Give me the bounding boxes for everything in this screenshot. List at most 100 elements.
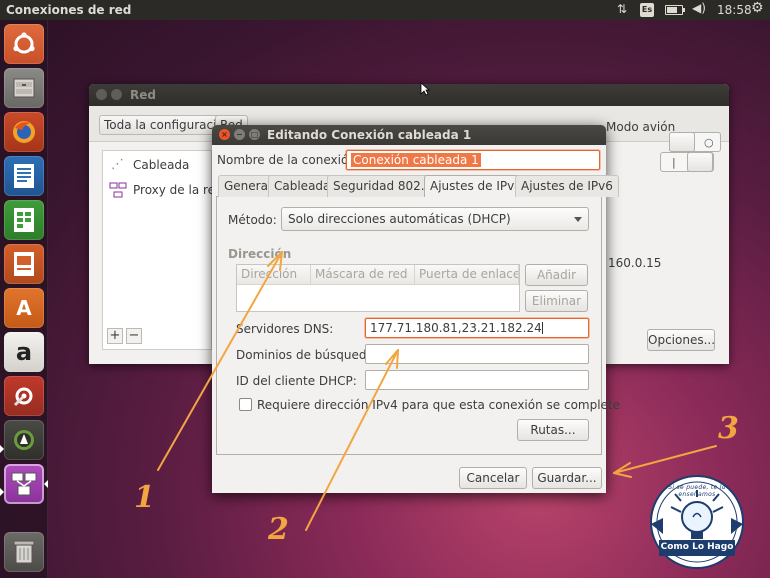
maximize-icon[interactable]: □ bbox=[249, 129, 260, 140]
search-domains-label: Dominios de búsqueda: bbox=[236, 348, 378, 362]
window-title: Conexiones de red bbox=[6, 3, 132, 17]
dns-value: 177.71.180.81,23.21.182.24 bbox=[370, 321, 542, 335]
amazon-icon[interactable]: a bbox=[4, 332, 44, 372]
close-icon[interactable] bbox=[96, 89, 107, 100]
network-updown-icon[interactable]: ⇅ bbox=[617, 2, 627, 16]
focused-indicator-right bbox=[44, 480, 48, 488]
dialog-titlebar: × − □ Editando Conexión cableada 1 bbox=[212, 125, 606, 145]
address-table[interactable]: Dirección Máscara de red Puerta de enlac… bbox=[236, 264, 520, 312]
minimize-icon[interactable]: − bbox=[234, 129, 245, 140]
wired-icon: ⋰ bbox=[111, 157, 124, 172]
list-item-label: Proxy de la red bbox=[133, 183, 223, 197]
routes-button[interactable]: Rutas... bbox=[517, 419, 589, 441]
writer-icon[interactable] bbox=[4, 156, 44, 196]
airplane-mode-label: Modo avión bbox=[606, 120, 676, 134]
impress-icon bbox=[14, 252, 34, 276]
arrow-3 bbox=[613, 445, 717, 474]
software-center-glyph: A bbox=[16, 296, 32, 320]
ubuntu-logo-icon[interactable] bbox=[4, 24, 44, 64]
tab-ipv4-settings[interactable]: Ajustes de IPv4 bbox=[424, 175, 528, 198]
calc-icon[interactable] bbox=[4, 200, 44, 240]
column-header-gateway[interactable]: Puerta de enlace bbox=[415, 265, 519, 285]
firefox-icon[interactable] bbox=[4, 112, 44, 152]
settings-icon bbox=[13, 387, 33, 407]
keyboard-layout-icon[interactable]: Es bbox=[640, 3, 654, 17]
ubuntu-logo-icon bbox=[13, 32, 35, 54]
badge-banner: Como Lo Hago bbox=[660, 542, 734, 552]
toggle-on-icon: | bbox=[672, 156, 676, 169]
ip-address-fragment: 160.0.15 bbox=[608, 256, 662, 270]
gear-icon[interactable]: ⚙ bbox=[751, 0, 764, 16]
toggle-knob bbox=[669, 132, 695, 152]
wired-toggle[interactable]: | bbox=[660, 152, 714, 172]
dhcp-client-id-input[interactable] bbox=[365, 370, 589, 390]
trash-icon bbox=[13, 540, 35, 564]
list-item-wired[interactable]: ⋰ Cableada bbox=[103, 153, 211, 177]
connection-name-input[interactable]: Conexión cableada 1 bbox=[346, 150, 600, 170]
require-ipv4-label: Requiere dirección IPv4 para que esta co… bbox=[257, 398, 621, 412]
list-item-proxy[interactable]: Proxy de la red bbox=[103, 178, 223, 202]
firefox-icon bbox=[13, 121, 35, 143]
airplane-mode-toggle[interactable]: ○ bbox=[669, 132, 721, 152]
address-section-title: Dirección bbox=[228, 247, 292, 261]
dhcp-client-id-label: ID del cliente DHCP: bbox=[236, 374, 357, 388]
list-item-label: Cableada bbox=[133, 158, 190, 172]
network-connections-icon bbox=[11, 472, 37, 496]
search-domains-input[interactable] bbox=[365, 344, 589, 364]
require-ipv4-checkbox[interactable] bbox=[239, 398, 252, 411]
annotation-number-1: 1 bbox=[134, 480, 155, 515]
update-manager-icon[interactable] bbox=[4, 420, 44, 460]
battery-level bbox=[667, 7, 677, 13]
close-icon[interactable]: × bbox=[219, 129, 230, 140]
connection-name-value: Conexión cableada 1 bbox=[351, 153, 481, 167]
software-center-icon[interactable]: A bbox=[4, 288, 44, 328]
chevron-down-icon bbox=[574, 217, 582, 222]
method-value: Solo direcciones automáticas (DHCP) bbox=[288, 212, 511, 226]
battery-icon[interactable] bbox=[665, 5, 685, 15]
badge-tagline: Si se puede, te lo enseñamos bbox=[668, 484, 726, 498]
calc-icon bbox=[14, 208, 34, 232]
network-window-titlebar: Red bbox=[89, 84, 729, 106]
cancel-button[interactable]: Cancelar bbox=[459, 467, 527, 489]
minimize-icon[interactable] bbox=[111, 89, 122, 100]
connection-list: ⋰ Cableada Proxy de la red bbox=[102, 150, 223, 350]
top-panel: Conexiones de red ⇅ Es ◀) 18:58 ⚙ bbox=[0, 0, 770, 20]
clock[interactable]: 18:58 bbox=[717, 3, 752, 17]
options-button[interactable]: Opciones... bbox=[647, 329, 715, 351]
volume-icon[interactable]: ◀) bbox=[692, 1, 706, 15]
remove-connection-button[interactable]: − bbox=[126, 328, 142, 344]
settings-icon[interactable] bbox=[4, 376, 44, 416]
annotation-number-2: 2 bbox=[268, 512, 289, 547]
add-connection-button[interactable]: + bbox=[107, 328, 123, 344]
amazon-glyph: a bbox=[15, 338, 33, 366]
dialog-title: Editando Conexión cableada 1 bbox=[267, 128, 472, 142]
launcher: A a bbox=[0, 20, 48, 578]
annotation-number-3: 3 bbox=[718, 411, 739, 446]
mouse-pointer-icon bbox=[420, 82, 430, 96]
text-cursor bbox=[541, 322, 543, 334]
active-indicator-left bbox=[0, 445, 4, 453]
column-header-netmask[interactable]: Máscara de red bbox=[311, 265, 415, 285]
save-button[interactable]: Guardar... bbox=[532, 467, 602, 489]
writer-icon bbox=[14, 164, 34, 188]
method-combo[interactable]: Solo direcciones automáticas (DHCP) bbox=[281, 207, 589, 231]
delete-address-button[interactable]: Eliminar bbox=[525, 290, 588, 312]
trash-icon[interactable] bbox=[4, 532, 44, 572]
tab-bar: General Cableada Seguridad 802.1x Ajuste… bbox=[216, 175, 619, 198]
proxy-icon bbox=[109, 182, 127, 198]
impress-icon[interactable] bbox=[4, 244, 44, 284]
dns-label: Servidores DNS: bbox=[236, 322, 334, 336]
column-header-address[interactable]: Dirección bbox=[237, 265, 311, 285]
active-indicator-left bbox=[0, 488, 4, 496]
update-manager-icon bbox=[14, 430, 34, 450]
file-cabinet-icon[interactable] bbox=[4, 68, 44, 108]
file-cabinet-icon bbox=[13, 78, 35, 98]
method-label: Método: bbox=[228, 213, 277, 227]
dns-input[interactable]: 177.71.180.81,23.21.182.24 bbox=[365, 318, 589, 338]
toggle-off-icon: ○ bbox=[704, 136, 714, 149]
add-address-button[interactable]: Añadir bbox=[525, 264, 588, 286]
arrow-3-head bbox=[613, 462, 632, 478]
tab-ipv6-settings[interactable]: Ajustes de IPv6 bbox=[515, 175, 619, 197]
network-window-title: Red bbox=[130, 88, 156, 102]
network-connections-icon[interactable] bbox=[4, 464, 44, 504]
